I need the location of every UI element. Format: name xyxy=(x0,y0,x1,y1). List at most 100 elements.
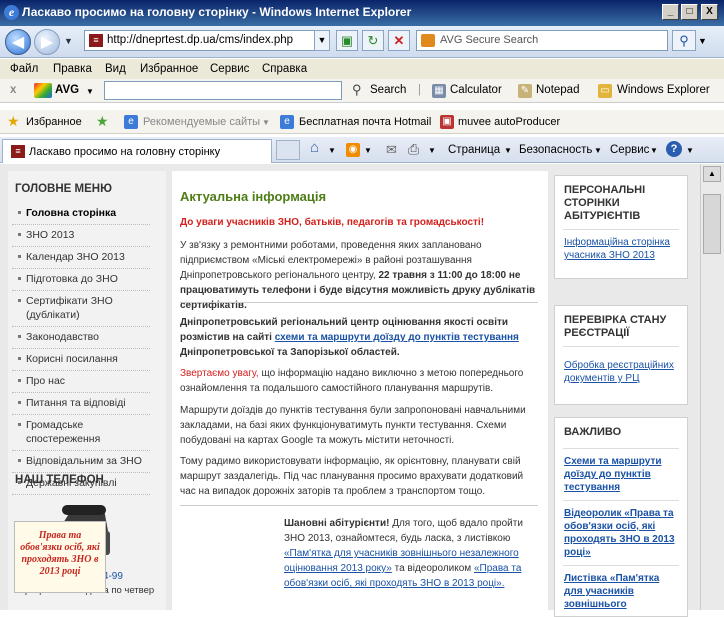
avg-close-button[interactable]: x xyxy=(10,84,16,96)
rights-promo-image[interactable]: Права та обов'язки осіб, які проходять З… xyxy=(14,521,106,593)
news-paragraph-6-mid: та відеороликом xyxy=(394,563,472,574)
home-icon[interactable]: ⌂ xyxy=(310,139,319,156)
notice-heading: До уваги учасників ЗНО, батьків, педагог… xyxy=(180,217,485,228)
avg-search-magnifier-icon: ⚲ xyxy=(352,82,362,97)
window-title-bar: e Ласкаво просимо на головну сторінку - … xyxy=(0,0,724,26)
news-paragraph-6: Шановні абітурієнти! Для того, щоб вдало… xyxy=(284,516,530,591)
tab-favicon-icon: ≡ xyxy=(11,145,25,158)
print-icon[interactable]: ⎙ xyxy=(408,141,419,158)
explorer-folder-icon: ▭ xyxy=(598,84,612,98)
main-menu-item[interactable]: Сертифікати ЗНО (дублікати) xyxy=(12,291,150,327)
help-dropdown-icon[interactable]: ▼ xyxy=(686,146,694,155)
page-menu-dropdown-icon[interactable]: ▼ xyxy=(504,146,512,155)
safety-menu-button[interactable]: Безопасность xyxy=(519,144,592,156)
maximize-button[interactable]: □ xyxy=(681,4,698,20)
main-menu-item[interactable]: Відповідальним за ЗНО xyxy=(12,451,150,473)
notepad-button[interactable]: Notepad xyxy=(536,84,579,96)
address-field[interactable]: ≡ http://dneprtest.dp.ua/cms/index.php xyxy=(84,30,330,51)
registration-check-title: ПЕРЕВІРКА СТАНУ РЕЄСТРАЦІЇ xyxy=(564,314,667,339)
personal-pages-box: ПЕРСОНАЛЬНІ СТОРІНКИ АБІТУРІЄНТІВ Інформ… xyxy=(554,175,688,279)
suggested-sites-link[interactable]: Рекомендуемые сайты xyxy=(143,116,260,128)
avg-brand-label[interactable]: AVG xyxy=(55,84,79,96)
menu-help[interactable]: Справка xyxy=(262,63,307,75)
calculator-button[interactable]: Calculator xyxy=(450,84,502,96)
toolbar-divider: | xyxy=(418,84,421,96)
forward-arrow-icon[interactable]: ▶ xyxy=(34,29,60,55)
avg-dropdown-icon[interactable]: ▼ xyxy=(86,87,94,96)
news-paragraph-4: Маршрути доїздів до пунктів тестування б… xyxy=(180,405,526,446)
search-options-icon[interactable]: ▼ xyxy=(698,36,707,46)
news-paragraph-2: Дніпропетровський регіональний центр оці… xyxy=(180,315,540,360)
main-menu-item[interactable]: Календар ЗНО 2013 xyxy=(12,247,150,269)
avg-search-button[interactable]: Search xyxy=(370,84,406,96)
print-dropdown-icon[interactable]: ▼ xyxy=(428,146,436,155)
divider xyxy=(180,505,538,506)
menu-favorites[interactable]: Избранное xyxy=(140,63,198,75)
mail-icon[interactable]: ✉ xyxy=(386,142,397,158)
main-menu-item[interactable]: Законодавство xyxy=(12,327,150,349)
page-title: Актуальна інформація xyxy=(180,189,327,204)
new-tab-button[interactable] xyxy=(276,140,300,160)
search-box[interactable]: AVG Secure Search xyxy=(416,30,668,51)
close-window-button[interactable]: X xyxy=(701,4,718,20)
history-dropdown-icon[interactable]: ▼ xyxy=(64,36,73,46)
scroll-up-icon[interactable]: ▲ xyxy=(703,166,721,182)
ie-logo-icon: e xyxy=(4,5,19,20)
main-menu-item[interactable]: Підготовка до ЗНО xyxy=(12,269,150,291)
tools-menu-button[interactable]: Сервис xyxy=(610,144,649,156)
important-routes-link[interactable]: Схеми та маршрути доїзду до пунктів тест… xyxy=(555,455,687,494)
suggested-sites-icon: e xyxy=(124,115,138,129)
safety-menu-dropdown-icon[interactable]: ▼ xyxy=(594,146,602,155)
vertical-scrollbar[interactable]: ▲ xyxy=(700,164,724,610)
scrollbar-thumb[interactable] xyxy=(703,194,721,254)
favorites-button[interactable]: Избранное xyxy=(26,116,82,128)
main-menu-item[interactable]: Громадське спостереження xyxy=(12,415,150,451)
main-menu-item[interactable]: Головна сторінка xyxy=(12,203,150,225)
search-magnifier-icon[interactable]: ⚲ xyxy=(672,30,696,51)
tools-menu-dropdown-icon[interactable]: ▼ xyxy=(650,146,658,155)
main-menu-item[interactable]: Питання та відповіді xyxy=(12,393,150,415)
muvee-link[interactable]: muvee autoProducer xyxy=(458,116,560,128)
help-icon[interactable]: ? xyxy=(666,141,682,157)
page-menu-button[interactable]: Страница xyxy=(448,144,500,156)
menu-view[interactable]: Вид xyxy=(105,63,126,75)
muvee-icon: ▣ xyxy=(440,115,454,129)
avg-search-input[interactable] xyxy=(104,81,342,100)
news-paragraph-2-tail: Дніпропетровської та Запорізької областе… xyxy=(180,347,400,358)
important-leaflet-link[interactable]: Листівка «Пам'ятка для учасників зовнішн… xyxy=(555,572,687,611)
windows-explorer-button[interactable]: Windows Explorer xyxy=(617,84,710,96)
stop-icon[interactable]: ✕ xyxy=(388,30,410,51)
main-menu-item[interactable]: Про нас xyxy=(12,371,150,393)
routes-link[interactable]: схеми та маршрути доїзду до пунктів тест… xyxy=(275,332,519,343)
calculator-icon: ▦ xyxy=(432,84,446,98)
refresh-icon[interactable]: ↻ xyxy=(362,30,384,51)
applicant-page-link[interactable]: Інформаційна сторінка учасника ЗНО 2013 xyxy=(555,236,687,262)
main-menu: Головна сторінка ЗНО 2013 Календар ЗНО 201… xyxy=(12,203,150,495)
address-url: http://dneprtest.dp.ua/cms/index.php xyxy=(107,34,294,46)
minimize-button[interactable]: _ xyxy=(662,4,679,20)
box-divider xyxy=(563,448,679,449)
menu-edit[interactable]: Правка xyxy=(53,63,92,75)
tab-active[interactable]: ≡ Ласкаво просимо на головну сторінку xyxy=(2,139,272,163)
important-title: ВАЖЛИВО xyxy=(564,426,622,438)
search-placeholder: AVG Secure Search xyxy=(440,34,539,46)
rss-feed-icon[interactable]: ◉ xyxy=(346,143,360,157)
main-menu-item[interactable]: ЗНО 2013 xyxy=(12,225,150,247)
rss-dropdown-icon[interactable]: ▼ xyxy=(364,146,372,155)
divider xyxy=(180,302,538,303)
important-box: ВАЖЛИВО Схеми та маршрути доїзду до пунк… xyxy=(554,417,688,617)
hotmail-link[interactable]: Бесплатная почта Hotmail xyxy=(299,116,431,128)
registration-processing-link[interactable]: Обробка реєстраційних документів у РЦ xyxy=(555,359,687,385)
back-arrow-icon[interactable]: ◀ xyxy=(5,29,31,55)
main-menu-item[interactable]: Корисні посилання xyxy=(12,349,150,371)
menu-file[interactable]: Файл xyxy=(10,63,38,75)
home-dropdown-icon[interactable]: ▼ xyxy=(328,146,336,155)
compatibility-view-icon[interactable]: ▣ xyxy=(336,30,358,51)
avg-logo-icon xyxy=(34,83,52,98)
tab-title: Ласкаво просимо на головну сторінку xyxy=(29,146,221,158)
important-video-link[interactable]: Відеоролик «Права та обов'язки осіб, які… xyxy=(555,507,687,559)
address-dropdown-icon[interactable]: ▼ xyxy=(314,30,330,51)
menu-tools[interactable]: Сервис xyxy=(210,63,249,75)
add-favorite-icon[interactable]: ★ xyxy=(96,113,109,130)
suggested-sites-dropdown-icon[interactable]: ▼ xyxy=(262,118,270,127)
